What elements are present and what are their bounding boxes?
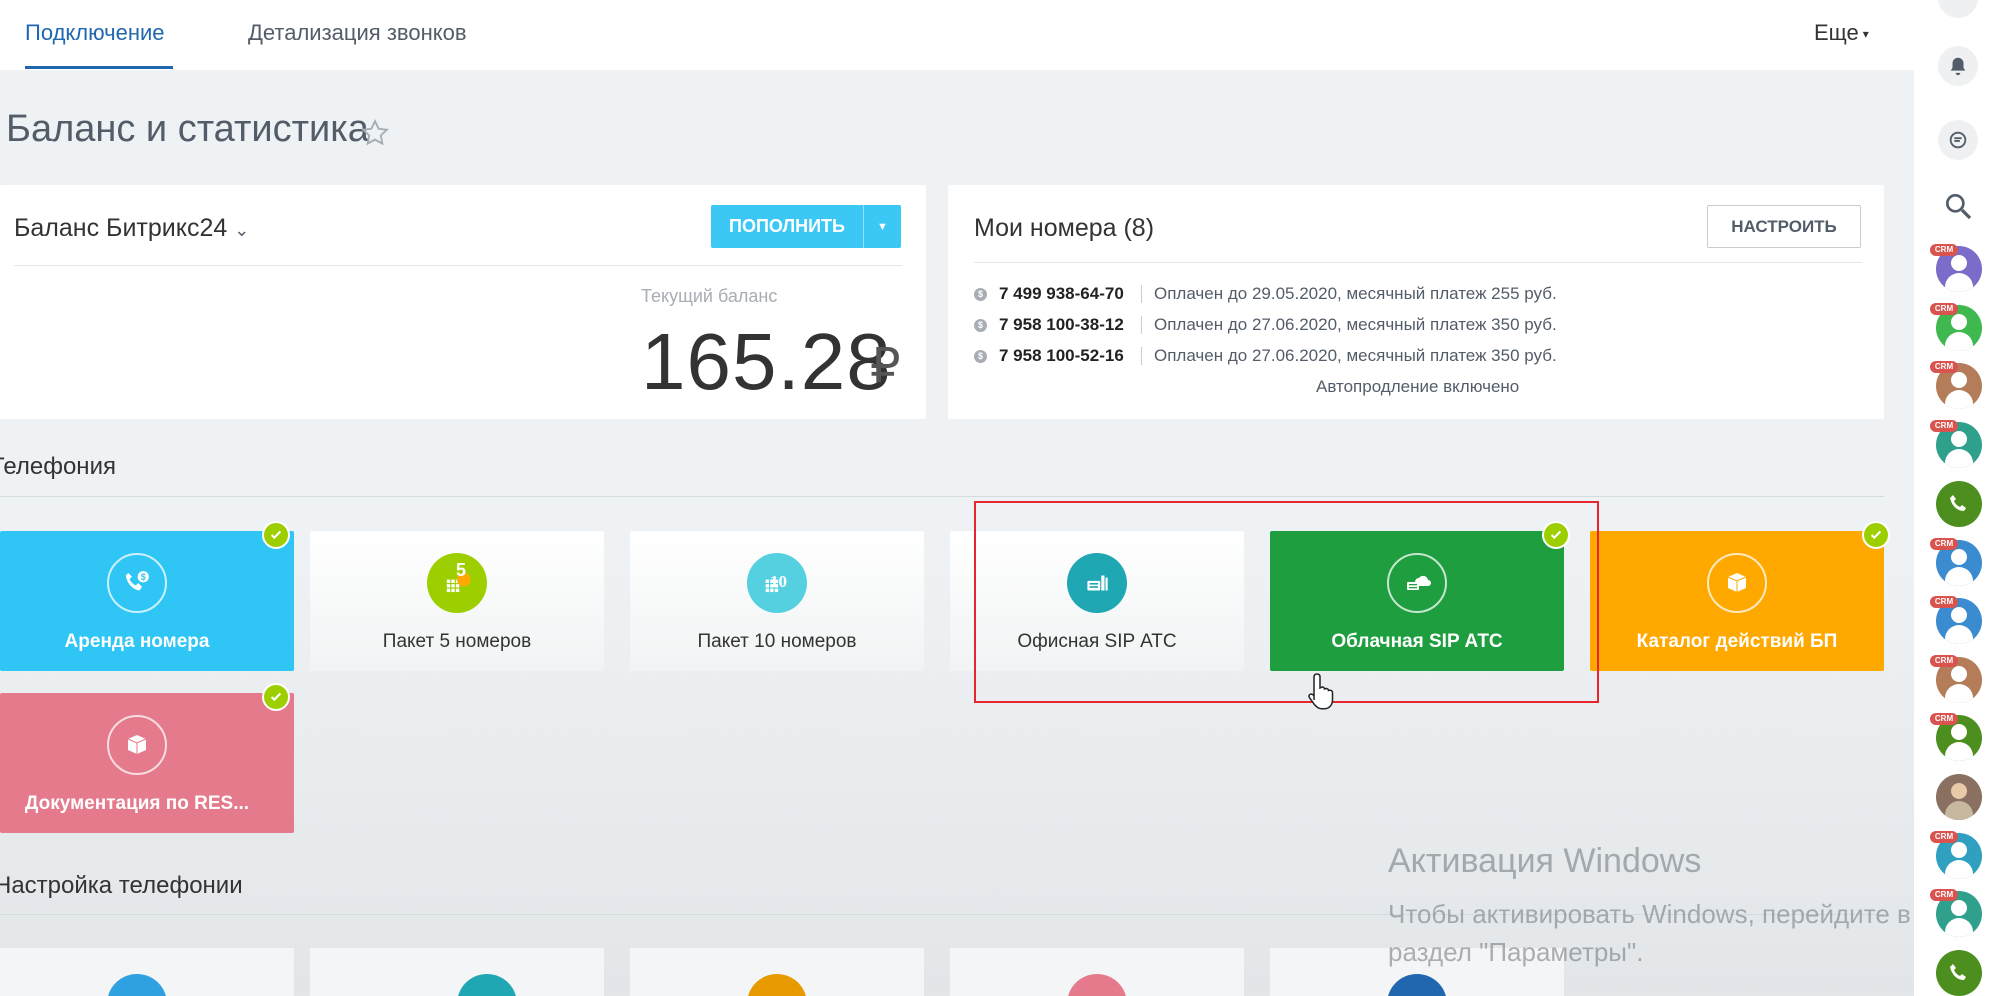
watermark-title: Активация Windows — [1388, 842, 1702, 880]
crm-badge: CRM — [1930, 244, 1958, 256]
tile-label: Документация по RES... — [24, 793, 250, 814]
page-title: Баланс и статистика — [6, 108, 369, 150]
active-tab-indicator — [25, 66, 173, 69]
tile-number-rental[interactable]: $ Аренда номера — [0, 531, 294, 671]
payment-info: Оплачен до 29.05.2020, месячный платеж 2… — [1154, 284, 1557, 303]
chevron-down-icon: ⌄ — [234, 220, 250, 240]
topup-label: ПОПОЛНИТЬ — [729, 216, 845, 236]
phone-call-icon[interactable] — [1936, 481, 1982, 527]
chat-icon[interactable] — [1938, 120, 1978, 160]
payment-info: Оплачен до 27.06.2020, месячный платеж 3… — [1154, 315, 1557, 334]
star-icon[interactable] — [360, 118, 390, 148]
current-balance-amount: 165.28 — [641, 317, 892, 406]
tile-badge: 5 — [456, 560, 467, 580]
info-icon: $ — [974, 318, 987, 332]
info-icon: $ — [974, 287, 987, 301]
windows-activation-watermark: Активация Windows Чтобы активировать Win… — [1388, 842, 1948, 971]
section-title-telephony: Телефония — [0, 453, 116, 480]
tile-package-5[interactable]: Пакет 5 номеров — [310, 531, 604, 671]
setup-button[interactable]: НАСТРОИТЬ — [1707, 205, 1861, 248]
top-navigation: Подключение Детализация звонков Еще ▾ — [0, 0, 1914, 70]
tile-label: Пакет 10 номеров — [697, 631, 857, 652]
crm-badge: CRM — [1930, 538, 1958, 550]
phone-number[interactable]: 7 958 100-52-16 — [999, 346, 1133, 366]
crm-badge: CRM — [1930, 303, 1958, 315]
section-title-telephony-settings: Настройка телефонии — [0, 872, 243, 899]
currency-symbol: ₽ — [870, 340, 901, 393]
top-partial-icon[interactable] — [1938, 0, 1978, 18]
list-item: $ 7 499 938-64-70 Оплачен до 29.05.2020,… — [974, 282, 1557, 306]
check-icon — [262, 683, 290, 711]
settings-tile[interactable] — [310, 948, 604, 996]
chevron-down-icon: ▾ — [1862, 27, 1869, 42]
info-icon: $ — [974, 349, 987, 363]
divider — [1141, 285, 1142, 303]
more-menu[interactable]: Еще ▾ — [1814, 20, 1869, 46]
tile-label: Каталог действий БП — [1636, 631, 1838, 652]
payment-info: Оплачен до 27.06.2020, месячный платеж 3… — [1154, 346, 1557, 365]
balance-title[interactable]: Баланс Битрикс24 ⌄ — [14, 214, 249, 243]
crm-badge: CRM — [1930, 596, 1958, 608]
divider — [1141, 316, 1142, 334]
current-balance-label: Текущий баланс — [641, 286, 778, 306]
tile-package-10[interactable]: Пакет 10 номеров — [630, 531, 924, 671]
tile-badge: 10 — [770, 572, 787, 591]
topup-button[interactable]: ПОПОЛНИТЬ ▼ — [711, 205, 901, 248]
user-photo-avatar[interactable] — [1936, 774, 1982, 820]
caret-down-icon[interactable]: ▼ — [864, 221, 901, 233]
phone-dollar-icon: $ — [107, 553, 167, 613]
hand-cursor-icon — [1308, 673, 1334, 710]
list-item: $ 7 958 100-38-12 Оплачен до 27.06.2020,… — [974, 313, 1557, 337]
more-label: Еще — [1814, 20, 1859, 45]
check-icon — [1862, 521, 1890, 549]
watermark-text: Чтобы активировать Windows, перейдите в … — [1388, 899, 1911, 967]
phone-number[interactable]: 7 499 938-64-70 — [999, 284, 1133, 304]
bell-icon[interactable] — [1938, 46, 1978, 86]
balance-title-label: Баланс Битрикс24 — [14, 214, 228, 242]
divider — [974, 262, 1862, 263]
tile-rest-documentation[interactable]: Документация по RES... — [0, 693, 294, 833]
check-icon — [262, 521, 290, 549]
divider — [1141, 347, 1142, 365]
list-item: $ 7 958 100-52-16 Оплачен до 27.06.2020,… — [974, 344, 1557, 368]
highlight-frame — [974, 501, 1599, 703]
box-icon — [1707, 553, 1767, 613]
crm-badge: CRM — [1930, 713, 1958, 725]
tile-label: Аренда номера — [64, 631, 210, 652]
phone-number[interactable]: 7 958 100-38-12 — [999, 315, 1133, 335]
crm-badge: CRM — [1930, 361, 1958, 373]
crm-badge: CRM — [1930, 420, 1958, 432]
search-icon[interactable] — [1942, 190, 1974, 222]
tile-bp-actions-catalog[interactable]: Каталог действий БП — [1590, 531, 1884, 671]
crm-badge: CRM — [1930, 655, 1958, 667]
tile-label: Пакет 5 номеров — [382, 631, 532, 652]
autorenew-status: Автопродление включено — [1316, 377, 1520, 396]
svg-text:$: $ — [141, 572, 146, 582]
tab-connection[interactable]: Подключение — [25, 20, 165, 46]
divider — [14, 265, 902, 266]
tab-call-details[interactable]: Детализация звонков — [248, 20, 467, 46]
box-icon — [107, 715, 167, 775]
divider — [0, 496, 1884, 497]
my-numbers-title: Мои номера (8) — [974, 214, 1155, 242]
